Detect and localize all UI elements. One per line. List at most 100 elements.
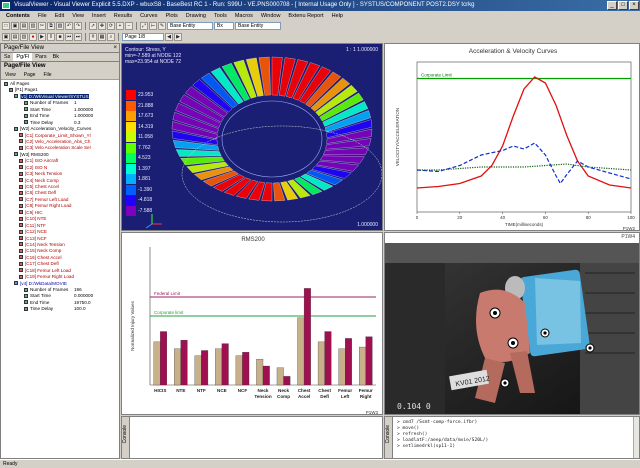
menu-help[interactable]: Help	[328, 13, 347, 19]
annotate-icon[interactable]: ✎	[158, 22, 166, 30]
tab-pgfl[interactable]: Pg/Fl	[13, 53, 33, 61]
menu-edit[interactable]: Edit	[51, 13, 68, 19]
first-frame-icon[interactable]: ⏮	[65, 33, 73, 41]
legend-swatch	[126, 153, 136, 164]
menu-contents[interactable]: Contents	[2, 13, 34, 19]
zoom-icon[interactable]: ⌕	[107, 33, 115, 41]
print-icon[interactable]: ▥	[20, 33, 28, 41]
legend-value: -7.588	[138, 207, 153, 214]
new-icon[interactable]: □	[2, 22, 10, 30]
prev-page-icon[interactable]: ◀	[165, 33, 173, 41]
play-icon[interactable]: ▶	[38, 33, 46, 41]
cut-icon[interactable]: ✂	[38, 22, 46, 30]
console-scrollbar[interactable]	[633, 417, 639, 458]
menu-insert[interactable]: Insert	[88, 13, 110, 19]
legend-swatch	[126, 121, 136, 132]
pause-icon[interactable]: ‖	[47, 33, 55, 41]
legend-value: 14.319	[138, 123, 154, 130]
tree-node-icon	[9, 87, 13, 92]
chart-title: Acceleration & Velocity Curves	[469, 48, 558, 55]
close-button[interactable]: ×	[629, 1, 639, 10]
next-page-icon[interactable]: ▶	[174, 33, 182, 41]
menu-plots[interactable]: Plots	[162, 13, 182, 19]
page-combo[interactable]: Page 1/8	[122, 33, 164, 41]
tree-node-icon	[24, 300, 28, 305]
menu-curves[interactable]: Curves	[136, 13, 161, 19]
zoom-out-icon[interactable]: −	[125, 22, 133, 30]
bar	[256, 358, 264, 386]
category-label: Right	[360, 394, 372, 399]
view-option-view[interactable]: View	[5, 71, 16, 79]
contour-max: max=23.954 at NODE 72	[125, 59, 182, 65]
tab-bk[interactable]: Bk	[50, 53, 62, 61]
select-icon[interactable]: ➚	[89, 22, 97, 30]
pan-icon[interactable]: ✥	[98, 22, 106, 30]
tree-node-icon	[24, 293, 28, 298]
tree-item-label: [C1] ISO Aircraft	[25, 158, 59, 164]
stop-icon[interactable]: ■	[56, 33, 64, 41]
toolbar-combo3[interactable]: Base Entity	[235, 22, 281, 30]
view-option-page[interactable]: Page	[24, 71, 36, 79]
maximize-button[interactable]: □	[618, 1, 628, 10]
left-panel: Page/File View × Ss Pg/Fl Pars Bk Page/File …	[0, 43, 120, 459]
save-icon[interactable]: ▤	[11, 33, 19, 41]
tree-item-label: [W2] Acceleration_Velocity_Curves	[20, 126, 92, 132]
legend-value: 17.673	[138, 113, 154, 120]
x-axis-label: TIME(milliseconds)	[505, 222, 544, 227]
fit-icon[interactable]: ⤢	[140, 22, 148, 30]
page-file-header: Page/File View	[1, 62, 119, 71]
velocity-chart-pane[interactable]: Acceleration & Velocity Curves P1W2 0 20 40 6…	[384, 43, 640, 231]
paste-icon[interactable]: ▧	[56, 22, 64, 30]
tree-item[interactable]: Time Delay 100.0	[4, 306, 119, 312]
menu-window[interactable]: Window	[257, 13, 285, 19]
category-label: NTF	[197, 388, 206, 393]
tree-node-icon	[19, 236, 23, 240]
copy-icon[interactable]: ⧉	[47, 22, 55, 30]
toolbar-combo2[interactable]: Bx	[214, 22, 234, 30]
category-label: Tension	[254, 394, 271, 399]
console-left[interactable]: Console	[121, 416, 383, 459]
tab-ss[interactable]: Ss	[1, 53, 13, 61]
menu-tools[interactable]: Tools	[210, 13, 231, 19]
movie-pane[interactable]: KV01 2012 P1W4 0.104 0	[384, 232, 640, 415]
open-icon[interactable]: ▣	[2, 33, 10, 41]
toolbar-combo1[interactable]: Base Entity	[167, 22, 213, 30]
redo-icon[interactable]: ↷	[74, 22, 82, 30]
menu-file[interactable]: File	[34, 13, 51, 19]
bar-chart-title: RMS200	[241, 237, 265, 243]
menu-macros[interactable]: Macros	[231, 13, 257, 19]
tree-node-icon	[24, 107, 28, 112]
console-right[interactable]: Console > cmd7 /Ssmt-comp-force.ifbr) > m…	[384, 416, 640, 459]
close-panel-icon[interactable]: ×	[113, 44, 117, 53]
menu-view[interactable]: View	[68, 13, 88, 19]
record-icon[interactable]: ●	[29, 33, 37, 41]
contour-view[interactable]: Contour: Stress, Y min=-7.589 at NODE 12…	[121, 43, 383, 231]
tab-pars[interactable]: Pars	[32, 53, 49, 61]
bar	[317, 341, 325, 386]
save-icon[interactable]: ▤	[20, 22, 28, 30]
bar	[215, 348, 223, 386]
tree-item-label: [C1] Corporate_Limit_Shown_Yl	[25, 132, 91, 138]
undo-icon[interactable]: ↶	[65, 22, 73, 30]
zoom-in-icon[interactable]: +	[116, 22, 124, 30]
layout-icon[interactable]: ▦	[98, 33, 106, 41]
tree-node-icon	[19, 255, 23, 260]
last-frame-icon[interactable]: ⏭	[74, 33, 82, 41]
measure-icon[interactable]: ⊢	[149, 22, 157, 30]
minimize-button[interactable]: _	[607, 1, 617, 10]
tree-node-icon	[24, 113, 28, 118]
injury-bar-pane[interactable]: RMS200 P1W3 Normalized Injury Values Federa…	[121, 232, 383, 415]
print-icon[interactable]: ▥	[29, 22, 37, 30]
menu-results[interactable]: Results	[110, 13, 136, 19]
view-option-file[interactable]: File	[43, 71, 51, 79]
legend-entry: 1.881	[126, 174, 166, 185]
menu-bxtenu-report[interactable]: Bxtenu Report	[284, 13, 327, 19]
tree-node-icon	[14, 152, 18, 157]
open-icon[interactable]: ▣	[11, 22, 19, 30]
console-output: > cmd7 /Ssmt-comp-force.ifbr) > move() > r…	[397, 420, 488, 450]
rotate-icon[interactable]: ⟳	[107, 22, 115, 30]
bar	[365, 336, 373, 386]
menu-drawing[interactable]: Drawing	[182, 13, 210, 19]
grid-icon[interactable]: #	[89, 33, 97, 41]
tree-item-label: Start Time	[30, 293, 51, 299]
